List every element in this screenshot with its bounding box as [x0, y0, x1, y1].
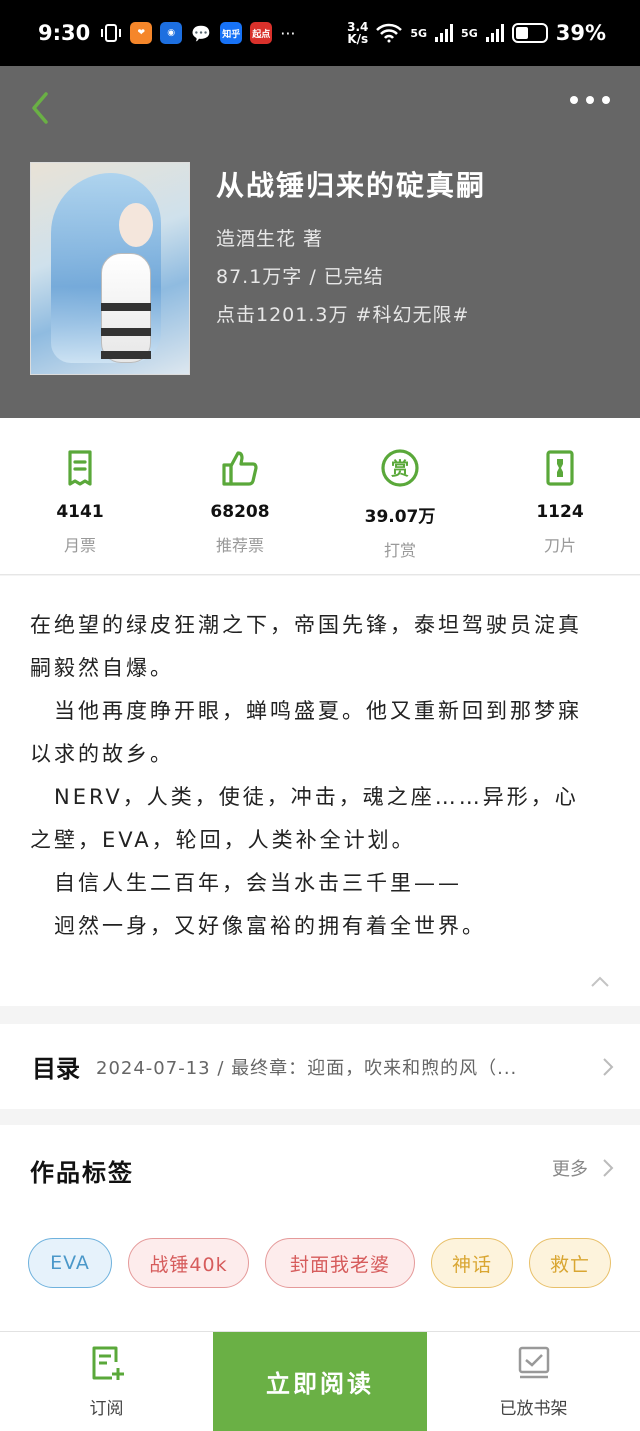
- status-bar: 9:30 ❤ ◉ 💬 知乎 起点 ··· 3.4 K/s 5G 5G 39%: [0, 0, 640, 66]
- blade-icon: [546, 450, 574, 486]
- signal-icon-sim2: [485, 24, 504, 42]
- ticket-icon: [68, 450, 92, 486]
- battery-icon: [511, 23, 548, 43]
- book-author[interactable]: 造酒生花 著: [216, 224, 323, 251]
- tags-title: 作品标签: [30, 1159, 134, 1187]
- toc-latest-chapter: 2024-07-13 / 最终章：迎面，吹来和煦的风（...: [96, 1057, 518, 1079]
- more-options-icon[interactable]: [570, 96, 610, 104]
- bookshelf-check-icon: [518, 1346, 549, 1379]
- back-arrow-icon[interactable]: [26, 88, 56, 128]
- stat-reward[interactable]: 赏 39.07万 打赏: [320, 418, 480, 574]
- synopsis-line: 在绝望的绿皮狂潮之下，帝国先锋，泰坦驾驶员淀真: [30, 613, 582, 637]
- taobao-app-icon: ❤: [130, 22, 153, 44]
- book-header: 从战锤归来的碇真嗣 造酒生花 著 87.1万字 / 已完结 点击1201.3万 …: [0, 66, 640, 418]
- tag-list: EVA 战锤40k 封面我老婆 神话 救亡: [28, 1238, 611, 1288]
- bottom-action-bar: 订阅 立即阅读 已放书架: [0, 1331, 640, 1431]
- read-now-button[interactable]: 立即阅读: [213, 1332, 427, 1431]
- vibrate-icon: [101, 24, 122, 42]
- more-notifications-icon: ···: [280, 23, 296, 43]
- synopsis-line: 自信人生二百年，会当水击三千里——: [30, 871, 462, 895]
- stat-blade[interactable]: 1124 刀片: [480, 418, 640, 574]
- synopsis-line: 当他再度睁开眼，蝉鸣盛夏。他又重新回到那梦寐: [30, 699, 582, 723]
- synopsis-line: 以求的故乡。: [30, 742, 174, 766]
- chevron-right-icon: [603, 1159, 614, 1177]
- qidian-app-icon: 起点: [250, 22, 273, 44]
- chevron-right-icon: [603, 1057, 614, 1076]
- book-cover[interactable]: [30, 162, 190, 375]
- tags-more-button[interactable]: 更多: [552, 1155, 614, 1181]
- wifi-icon: [376, 23, 403, 43]
- stat-monthly-ticket[interactable]: 4141 月票: [0, 418, 160, 574]
- book-tags-section: 作品标签 更多 EVA 战锤40k 封面我老婆 神话 救亡: [0, 1125, 640, 1331]
- stat-recommend-ticket[interactable]: 68208 推荐票: [160, 418, 320, 574]
- tag-chip[interactable]: 神话: [431, 1238, 513, 1288]
- net-speed: 3.4 K/s: [347, 21, 368, 45]
- bank-app-icon: ◉: [160, 22, 183, 44]
- bookshelf-label: 已放书架: [499, 1399, 568, 1419]
- signal-icon-sim1: [435, 24, 454, 42]
- book-word-count-status: 87.1万字 / 已完结: [216, 266, 384, 288]
- stat-label: 月票: [63, 536, 96, 555]
- notification-icons: ❤ ◉ 💬 知乎 起点 ···: [100, 22, 296, 44]
- net-speed-unit: K/s: [347, 32, 369, 46]
- book-stats: 4141 月票 68208 推荐票 赏 39.07万 打赏 1124 刀片: [0, 418, 640, 575]
- book-synopsis[interactable]: 在绝望的绿皮狂潮之下，帝国先锋，泰坦驾驶员淀真 嗣毅然自爆。 当他再度睁开眼，蝉…: [0, 576, 640, 1006]
- subscribe-button[interactable]: 订阅: [0, 1332, 213, 1431]
- status-time: 9:30: [38, 21, 91, 45]
- thumbs-up-icon: [222, 451, 258, 486]
- stat-value: 4141: [56, 502, 104, 522]
- tag-chip[interactable]: 救亡: [529, 1238, 611, 1288]
- synopsis-line: 迥然一身，又好像富裕的拥有着全世界。: [30, 914, 486, 938]
- table-of-contents-row[interactable]: 目录 2024-07-13 / 最终章：迎面，吹来和煦的风（...: [0, 1024, 640, 1109]
- stat-value: 39.07万: [364, 507, 436, 527]
- subscribe-icon: [92, 1346, 124, 1380]
- stat-label: 刀片: [543, 536, 576, 555]
- book-clicks-genre: 点击1201.3万 #科幻无限#: [216, 304, 470, 326]
- tag-chip[interactable]: 封面我老婆: [265, 1238, 415, 1288]
- tag-chip[interactable]: EVA: [28, 1238, 112, 1288]
- sim1-label: 5G: [410, 26, 428, 40]
- bookshelf-button[interactable]: 已放书架: [427, 1332, 640, 1431]
- system-indicators: 3.4 K/s 5G 5G 39%: [347, 21, 606, 45]
- book-title: 从战锤归来的碇真嗣: [216, 169, 487, 202]
- stat-label: 推荐票: [215, 536, 264, 555]
- svg-text:赏: 赏: [391, 458, 409, 480]
- synopsis-line: 嗣毅然自爆。: [30, 656, 174, 680]
- stat-label: 打赏: [383, 541, 416, 560]
- tag-chip[interactable]: 战锤40k: [128, 1238, 249, 1288]
- chevron-up-icon[interactable]: [590, 976, 610, 988]
- wechat-icon: 💬: [190, 22, 213, 44]
- synopsis-line: 之壁，EVA，轮回，人类补全计划。: [30, 828, 416, 852]
- toc-title: 目录: [32, 1055, 80, 1083]
- subscribe-label: 订阅: [89, 1399, 124, 1419]
- zhihu-app-icon: 知乎: [220, 22, 243, 44]
- sim2-label: 5G: [461, 26, 478, 40]
- stat-value: 68208: [210, 502, 270, 522]
- stat-value: 1124: [536, 502, 584, 522]
- reward-icon: 赏: [381, 449, 419, 487]
- synopsis-line: NERV，人类，使徒，冲击，魂之座……异形，心: [30, 785, 579, 809]
- battery-percent: 39%: [555, 21, 606, 45]
- tags-more-label: 更多: [552, 1159, 588, 1180]
